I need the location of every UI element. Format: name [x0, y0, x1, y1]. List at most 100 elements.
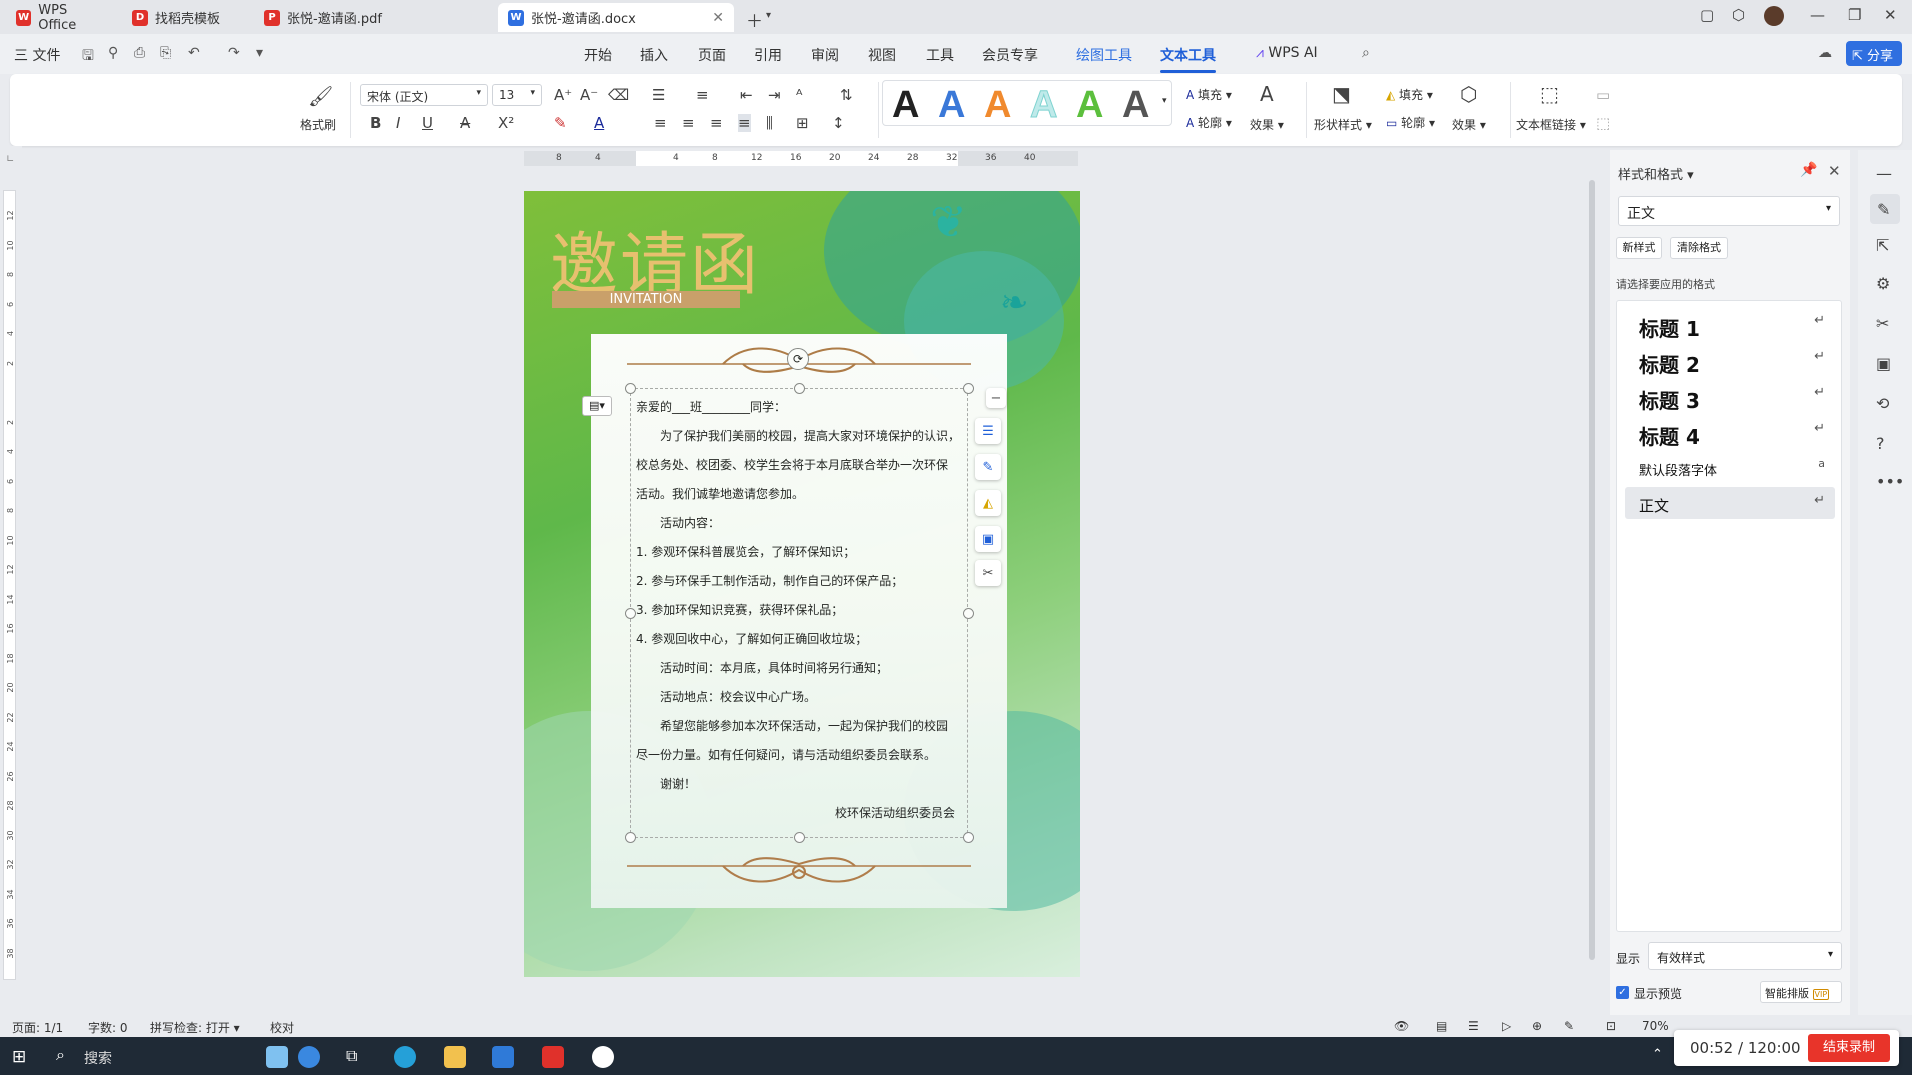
activity-item[interactable]: 3. 参加环保知识竞赛，获得环保礼品； [636, 601, 843, 618]
search-icon[interactable]: ⌕ [56, 1045, 65, 1065]
column-icon[interactable]: ⊞ [796, 114, 809, 132]
chevron-down-icon[interactable]: ▾ [766, 10, 771, 21]
cloud-sync-icon[interactable]: ☁ [1818, 45, 1832, 61]
style-heading-3[interactable]: 标题 3 ↵ [1625, 379, 1835, 413]
menu-tools[interactable]: 工具 [926, 45, 954, 65]
zoom-level[interactable]: 70% [1642, 1019, 1669, 1033]
tools-icon[interactable]: ✂ [1876, 314, 1889, 333]
align-right-icon[interactable]: ≡ [710, 114, 723, 132]
shrink-font-icon[interactable]: A⁻ [580, 86, 598, 104]
adjust-icon[interactable]: ⚙ [1876, 274, 1890, 293]
textbox-link-icon[interactable]: ⬚ [1540, 82, 1559, 106]
strikethrough-icon[interactable]: A [460, 114, 470, 132]
scroll-thumb[interactable] [1589, 180, 1595, 960]
activity-heading[interactable]: 活动内容： [660, 514, 720, 531]
outline-view-icon[interactable]: ☰ [1468, 1019, 1479, 1033]
art-style-orange[interactable]: A [984, 84, 1011, 127]
redo-icon[interactable]: ↷ [228, 45, 240, 61]
share-button[interactable]: ⇱ 分享 [1846, 41, 1902, 66]
shape-effect-button[interactable]: 效果 ▾ [1452, 116, 1486, 133]
tab-docx[interactable]: W 张悦-邀请函.docx ✕ [498, 3, 734, 32]
edge-icon[interactable] [298, 1046, 320, 1068]
font-name-select[interactable]: 宋体 (正文) ▾ [360, 84, 488, 106]
more-icon[interactable]: ▾ [256, 45, 263, 61]
undo-icon[interactable]: ↶ [188, 45, 200, 61]
activity-item[interactable]: 4. 参观回收中心，了解如何正确回收垃圾； [636, 630, 867, 647]
widget-icon[interactable] [266, 1046, 288, 1068]
text-outline-button[interactable]: A 轮廓 ▾ [1186, 114, 1232, 131]
new-tab-icon[interactable]: ＋ [746, 7, 763, 32]
align-center-icon[interactable]: ≡ [682, 114, 695, 132]
art-style-black[interactable]: A [892, 84, 919, 127]
bullet-list-icon[interactable]: ☰ [652, 86, 665, 104]
art-style-green[interactable]: A [1076, 84, 1103, 127]
textbox-shape-icon[interactable]: ▭ [1596, 86, 1610, 104]
share-panel-icon[interactable]: ⟲ [1876, 394, 1889, 413]
proofread[interactable]: 校对 [270, 1019, 294, 1036]
tab-pdf[interactable]: P 张悦-邀请函.pdf [254, 3, 492, 32]
activity-item[interactable]: 2. 参与环保手工制作活动，制作自己的环保产品； [636, 572, 903, 589]
pin-icon[interactable]: 📌 [1800, 162, 1817, 178]
smart-layout-button[interactable]: 智能排版 VIP [1760, 981, 1842, 1003]
restore-icon[interactable]: ❐ [1848, 6, 1861, 24]
gallery-more-icon[interactable]: ▾ [1162, 96, 1167, 106]
key-icon[interactable]: ⚲ [108, 45, 118, 61]
tab-wps-office[interactable]: W WPS Office [6, 3, 116, 33]
taskbar-search[interactable]: 搜索 [84, 1048, 112, 1068]
resize-handle[interactable] [963, 383, 974, 394]
current-style-select[interactable]: 正文 ▾ [1618, 196, 1840, 226]
style-pen-icon[interactable]: ✎ [1870, 194, 1900, 224]
task-view-icon[interactable]: ⧉ [346, 1046, 357, 1066]
text-layout-icon[interactable]: ☰ [975, 418, 1001, 444]
style-body[interactable]: 正文 ↵ [1625, 487, 1835, 519]
new-style-button[interactable]: 新样式 [1616, 237, 1662, 259]
pen-icon[interactable]: ✎ [975, 454, 1001, 480]
menu-text-tools[interactable]: 文本工具 [1160, 45, 1216, 73]
menu-wps-ai[interactable]: ⩘ WPS AI [1256, 45, 1318, 61]
distribute-icon[interactable]: ⫼ [766, 114, 773, 132]
body-line[interactable]: 为了保护我们美丽的校园，提高大家对环境保护的认识， [660, 427, 960, 444]
justify-icon[interactable]: ≡ [738, 114, 751, 132]
invitation-title-en[interactable]: INVITATION [552, 291, 740, 308]
grow-font-icon[interactable]: A⁺ [554, 86, 572, 104]
fill-icon[interactable]: ◭ [975, 490, 1001, 516]
web-view-icon[interactable]: ⊕ [1532, 1019, 1542, 1033]
wps-taskbar-icon[interactable] [542, 1046, 564, 1068]
body-line[interactable]: 尽一份力量。如有任何疑问，请与活动组织委员会联系。 [636, 746, 936, 763]
font-color-icon[interactable]: A [594, 114, 604, 132]
superscript-icon[interactable]: X² [498, 114, 514, 132]
minimize-icon[interactable]: — [1810, 6, 1825, 24]
style-default-font[interactable]: 默认段落字体 a [1625, 451, 1835, 483]
shape-effect-icon[interactable]: ⬡ [1460, 82, 1477, 106]
shape-style-button[interactable]: 形状样式 ▾ [1314, 116, 1372, 133]
resize-handle[interactable] [963, 832, 974, 843]
cube-icon[interactable]: ⬡ [1732, 6, 1745, 24]
style-heading-2[interactable]: 标题 2 ↵ [1625, 343, 1835, 377]
body-line[interactable]: 活动。我们诚挚地邀请您参加。 [636, 485, 804, 502]
fit-icon[interactable]: ⊡ [1606, 1019, 1616, 1033]
resize-handle[interactable] [625, 608, 636, 619]
line-spacing-icon[interactable]: ↕ [832, 114, 845, 132]
stop-recording-button[interactable]: 结束录制 [1808, 1034, 1890, 1062]
print-preview-icon[interactable]: ⎘ [160, 45, 171, 61]
avatar[interactable] [1764, 6, 1784, 26]
close-tab-icon[interactable]: ✕ [712, 10, 724, 26]
eye-icon[interactable]: 👁 [1394, 1019, 1409, 1033]
resize-handle[interactable] [794, 832, 805, 843]
numbered-list-icon[interactable]: ≡ [696, 86, 709, 104]
panel-title[interactable]: 样式和格式 ▾ [1618, 164, 1694, 183]
shape-fill-button[interactable]: ◭ 填充 ▾ [1386, 86, 1433, 103]
select-icon[interactable]: ⇱ [1876, 236, 1889, 255]
show-select[interactable]: 有效样式 ▾ [1648, 942, 1842, 970]
window-layout-icon[interactable]: ▢ [1700, 6, 1714, 24]
play-icon[interactable]: ▷ [1502, 1019, 1511, 1033]
image-tool-icon[interactable]: ▣ [1876, 354, 1891, 373]
italic-icon[interactable]: I [396, 114, 400, 132]
word-count[interactable]: 字数: 0 [88, 1019, 128, 1036]
text-effect-icon[interactable]: A [1260, 82, 1274, 106]
vertical-scrollbar[interactable] [1585, 150, 1599, 1010]
tab-docer[interactable]: D 找稻壳模板 [122, 3, 246, 32]
activity-item[interactable]: 1. 参观环保科普展览会，了解环保知识； [636, 543, 855, 560]
menu-reference[interactable]: 引用 [754, 45, 782, 65]
resize-handle[interactable] [625, 383, 636, 394]
